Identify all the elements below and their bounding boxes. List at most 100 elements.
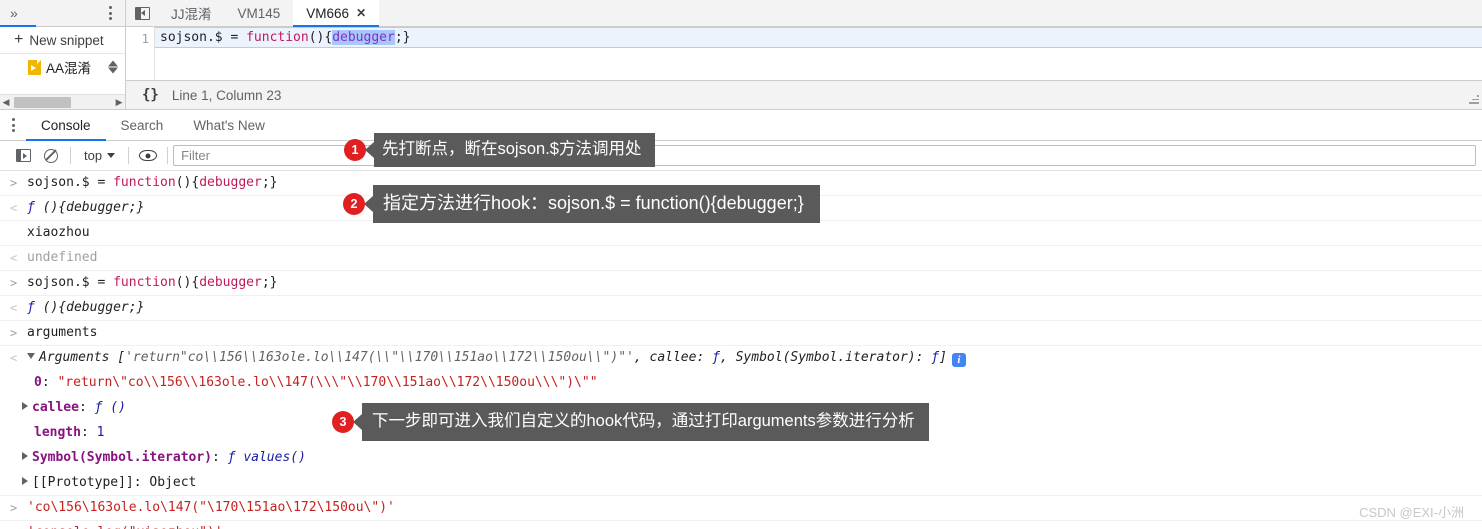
editor-tab-1[interactable]: VM145 xyxy=(225,0,294,26)
code-token-brace-close: ;} xyxy=(394,30,411,45)
more-vertical-icon[interactable] xyxy=(0,110,26,140)
pretty-print-icon[interactable]: {} xyxy=(142,87,159,103)
stepper-arrows-icon[interactable] xyxy=(108,60,118,74)
console-row[interactable]: <'console.log("xiaozhou")' xyxy=(0,521,1482,529)
snippets-tabbar: » xyxy=(0,0,125,27)
arguments-property-row[interactable]: Symbol(Symbol.iterator): ƒ values() xyxy=(0,446,1482,471)
console-row[interactable]: < ƒ (){debugger;} xyxy=(0,296,1482,321)
expand-triangle-icon[interactable] xyxy=(22,452,28,460)
console-token: 'console.log("xiaozhou")' xyxy=(27,525,223,529)
console-token: ;} xyxy=(261,175,278,190)
console-row[interactable]: < undefined xyxy=(0,246,1482,271)
clear-console-icon[interactable] xyxy=(37,144,65,168)
toolbar-divider xyxy=(167,147,169,164)
snippet-list-item[interactable]: AA混淆 xyxy=(0,54,125,80)
more-vertical-icon[interactable] xyxy=(105,3,116,23)
console-output-marker: < xyxy=(10,201,18,215)
console-row[interactable]: > arguments xyxy=(0,321,1482,346)
console-row-content: ƒ (){debugger;} xyxy=(27,299,1482,317)
new-snippet-label: New snippet xyxy=(29,32,104,48)
console-row-content: undefined xyxy=(27,249,1482,267)
expand-triangle-icon[interactable] xyxy=(27,353,35,359)
show-navigator-icon[interactable] xyxy=(126,0,158,26)
console-input-marker: > xyxy=(10,276,18,290)
console-token: : xyxy=(212,450,228,465)
console-token: (){debugger;} xyxy=(42,300,145,315)
console-token: debugger xyxy=(199,175,262,190)
console-row-content: sojson.$ = function(){debugger;} xyxy=(27,274,1482,292)
devtools-window: » + New snippet AA混淆 ◀ ▶ JJ混淆 VM145 VM66… xyxy=(0,0,1482,529)
scroll-left-icon[interactable]: ◀ xyxy=(0,97,12,108)
drawer-tab-label: What's New xyxy=(193,117,265,133)
annotation-text: 下一步即可进入我们自定义的hook代码，通过打印arguments参数进行分析 xyxy=(362,403,929,441)
annotation-text: 指定方法进行hook：sojson.$ = function(){debugge… xyxy=(373,185,820,223)
toolbar-divider xyxy=(128,147,130,164)
console-token: sojson.$ = xyxy=(27,175,114,190)
resize-grip-icon[interactable] xyxy=(1467,93,1479,107)
scrollbar-thumb[interactable] xyxy=(13,96,72,108)
plus-icon: + xyxy=(14,31,24,48)
property-key: length xyxy=(34,425,81,440)
console-token: 'return"co\\156\\163ole.lo\\147(\\"\\170… xyxy=(125,350,634,365)
snippet-item-label: AA混淆 xyxy=(46,61,92,76)
console-token: (){debugger;} xyxy=(42,200,145,215)
editor-pane: JJ混淆 VM145 VM666 ✕ 1 sojson.$ = function… xyxy=(126,0,1482,109)
console-drawer: Console Search What's New top Filter > s… xyxy=(0,110,1482,529)
console-token: : xyxy=(78,400,95,415)
execution-context-selector[interactable]: top xyxy=(76,148,123,163)
console-row-content: 'co\156\163ole.lo\147("\170\151ao\172\15… xyxy=(27,499,1482,517)
expand-triangle-icon[interactable] xyxy=(22,402,28,410)
arguments-property-row[interactable]: [[Prototype]]: Object xyxy=(0,471,1482,496)
editor-tab-0[interactable]: JJ混淆 xyxy=(158,0,225,26)
console-row[interactable]: > sojson.$ = function(){debugger;} xyxy=(0,271,1482,296)
editor-tab-2[interactable]: VM666 ✕ xyxy=(293,0,380,27)
code-line-1[interactable]: sojson.$ = function(){debugger;} xyxy=(155,27,1482,48)
annotation-callout-1: 1 先打断点，断在sojson.$方法调用处 xyxy=(344,133,656,167)
console-token: debugger xyxy=(199,275,262,290)
drawer-tab-label: Console xyxy=(41,117,91,133)
arguments-preview: Arguments ['return"co\\156\\163ole.lo\\1… xyxy=(27,349,1482,367)
console-token: 'co\156\163ole.lo\147("\170\151ao\172\15… xyxy=(27,500,395,515)
console-token: arguments xyxy=(27,325,98,340)
info-icon[interactable]: i xyxy=(951,353,966,367)
console-row-content: 'console.log("xiaozhou")' xyxy=(27,524,1482,529)
console-token: : xyxy=(41,375,58,390)
chevron-double-right-icon[interactable]: » xyxy=(10,6,18,20)
console-token: undefined xyxy=(27,250,98,265)
code-token-debugger-selected: debugger xyxy=(332,30,395,45)
property-key: Symbol(Symbol.iterator) xyxy=(32,450,213,465)
arguments-property-row[interactable]: 0: "return\"co\\156\\163ole.lo\\147(\\\"… xyxy=(0,371,1482,396)
tab-whats-new[interactable]: What's New xyxy=(178,110,280,140)
property-value: ƒ values() xyxy=(227,450,306,465)
console-sidebar-icon[interactable] xyxy=(9,144,37,168)
console-token: sojson.$ = xyxy=(27,275,114,290)
snippets-sidebar: » + New snippet AA混淆 ◀ ▶ xyxy=(0,0,126,109)
close-icon[interactable]: ✕ xyxy=(356,7,366,19)
editor-status-bar: {} Line 1, Column 23 xyxy=(126,81,1482,109)
code-editor[interactable]: 1 sojson.$ = function(){debugger;} xyxy=(126,27,1482,81)
property-value: 1 xyxy=(96,425,105,440)
console-arguments-row[interactable]: < Arguments ['return"co\\156\\163ole.lo\\… xyxy=(0,346,1482,371)
console-row[interactable]: > 'co\156\163ole.lo\147("\170\151ao\172\1… xyxy=(0,496,1482,521)
watermark: CSDN @EXI-小洲 xyxy=(1359,505,1464,520)
scroll-right-icon[interactable]: ▶ xyxy=(113,97,125,108)
console-output-marker: < xyxy=(10,251,18,265)
chevron-down-icon xyxy=(107,153,116,158)
console-output-marker: < xyxy=(10,351,18,365)
horizontal-scrollbar[interactable]: ◀ ▶ xyxy=(0,94,125,109)
tab-search[interactable]: Search xyxy=(106,110,179,140)
console-token: : xyxy=(133,475,150,490)
annotation-number: 3 xyxy=(332,410,354,433)
new-snippet-button[interactable]: + New snippet xyxy=(0,27,125,54)
line-number-gutter: 1 xyxy=(126,27,155,80)
annotation-number: 2 xyxy=(343,192,365,215)
tab-console[interactable]: Console xyxy=(26,110,106,141)
console-input-marker: > xyxy=(10,176,18,190)
eye-icon[interactable] xyxy=(134,144,162,168)
console-token: (){ xyxy=(175,175,200,190)
console-row[interactable]: xiaozhou xyxy=(0,221,1482,246)
console-toolbar: top xyxy=(0,141,1482,171)
console-token: , callee: xyxy=(633,350,713,365)
expand-triangle-icon[interactable] xyxy=(22,477,28,485)
property-content: [[Prototype]]: Object xyxy=(22,474,1482,492)
